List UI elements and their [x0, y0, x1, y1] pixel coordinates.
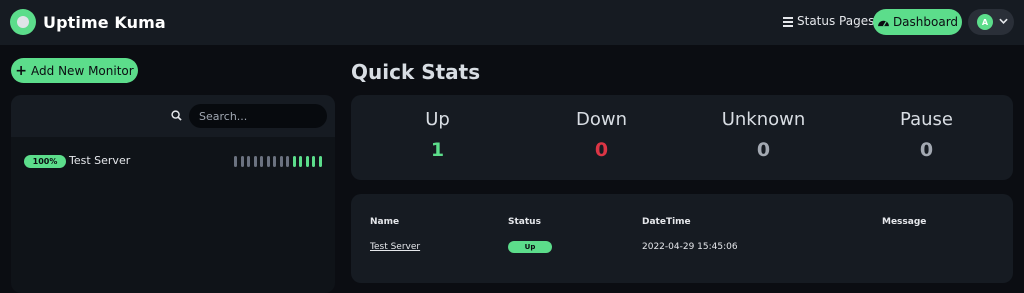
stat-value: 0 [594, 139, 609, 161]
event-monitor-link[interactable]: Test Server [370, 242, 420, 252]
uptime-badge: 100% [24, 155, 66, 168]
heartbeat-beat [240, 156, 244, 167]
heartbeat-beat [312, 156, 315, 167]
monitor-name: Test Server [69, 154, 131, 167]
column-header-datetime: DateTime [642, 217, 691, 227]
add-new-monitor-label: Add New Monitor [31, 63, 134, 78]
heartbeat-beat [305, 156, 309, 167]
monitor-item-test-server[interactable]: 100% Test Server [11, 151, 335, 173]
column-header-status: Status [508, 217, 541, 227]
heartbeat-beat [286, 156, 289, 167]
column-header-name: Name [370, 217, 400, 227]
heartbeat-beat [266, 156, 270, 167]
uptime-kuma-logo [10, 9, 36, 35]
tachometer-icon [878, 20, 889, 26]
stat-label: Down [575, 109, 627, 130]
stat-value: 0 [919, 139, 934, 161]
chevron-down-icon [999, 18, 1008, 24]
status-badge: Up [508, 241, 552, 253]
plus-icon: + [15, 62, 28, 79]
heartbeat-beat [253, 156, 257, 167]
stat-label: Up [425, 109, 450, 130]
heartbeat-beat [234, 156, 237, 167]
heartbeat-beat [292, 156, 296, 167]
heartbeat-beat [299, 156, 302, 167]
heartbeat-beat [279, 156, 283, 167]
status-pages-label: Status Pages [797, 14, 875, 28]
quick-stats-title: Quick Stats [351, 60, 481, 84]
stat-value: 1 [430, 139, 445, 161]
monitor-list-header [11, 95, 335, 137]
heartbeat-beat [247, 156, 250, 167]
heartbeat-beat [273, 156, 276, 167]
important-events-table: Name Status DateTime Message Test Server… [351, 194, 1013, 283]
brand-link[interactable]: Uptime Kuma [10, 9, 166, 35]
event-datetime: 2022-04-29 15:45:06 [642, 242, 738, 252]
heartbeat-beat [318, 156, 322, 167]
dashboard-button[interactable]: Dashboard [873, 9, 962, 35]
stat-label: Pause [900, 109, 953, 130]
status-pages-link[interactable]: Status Pages [783, 14, 874, 28]
list-icon [783, 16, 793, 27]
stat-label: Unknown [721, 109, 806, 130]
brand-title: Uptime Kuma [43, 12, 166, 32]
stat-value: 0 [756, 139, 771, 161]
quick-stats-panel: Up 1 Down 0 Unknown 0 Pause 0 [351, 95, 1013, 180]
profile-menu[interactable]: A [968, 9, 1014, 35]
monitor-list-panel: 100% Test Server [11, 95, 335, 293]
add-new-monitor-button[interactable]: + Add New Monitor [11, 58, 138, 83]
top-navbar: Uptime Kuma Status Pages Dashboard A [0, 0, 1024, 46]
search-icon [171, 110, 182, 121]
search-input[interactable] [189, 104, 327, 128]
dashboard-label: Dashboard [892, 15, 959, 29]
avatar: A [977, 14, 993, 30]
heartbeat-beat [260, 156, 263, 167]
column-header-message: Message [882, 217, 927, 227]
